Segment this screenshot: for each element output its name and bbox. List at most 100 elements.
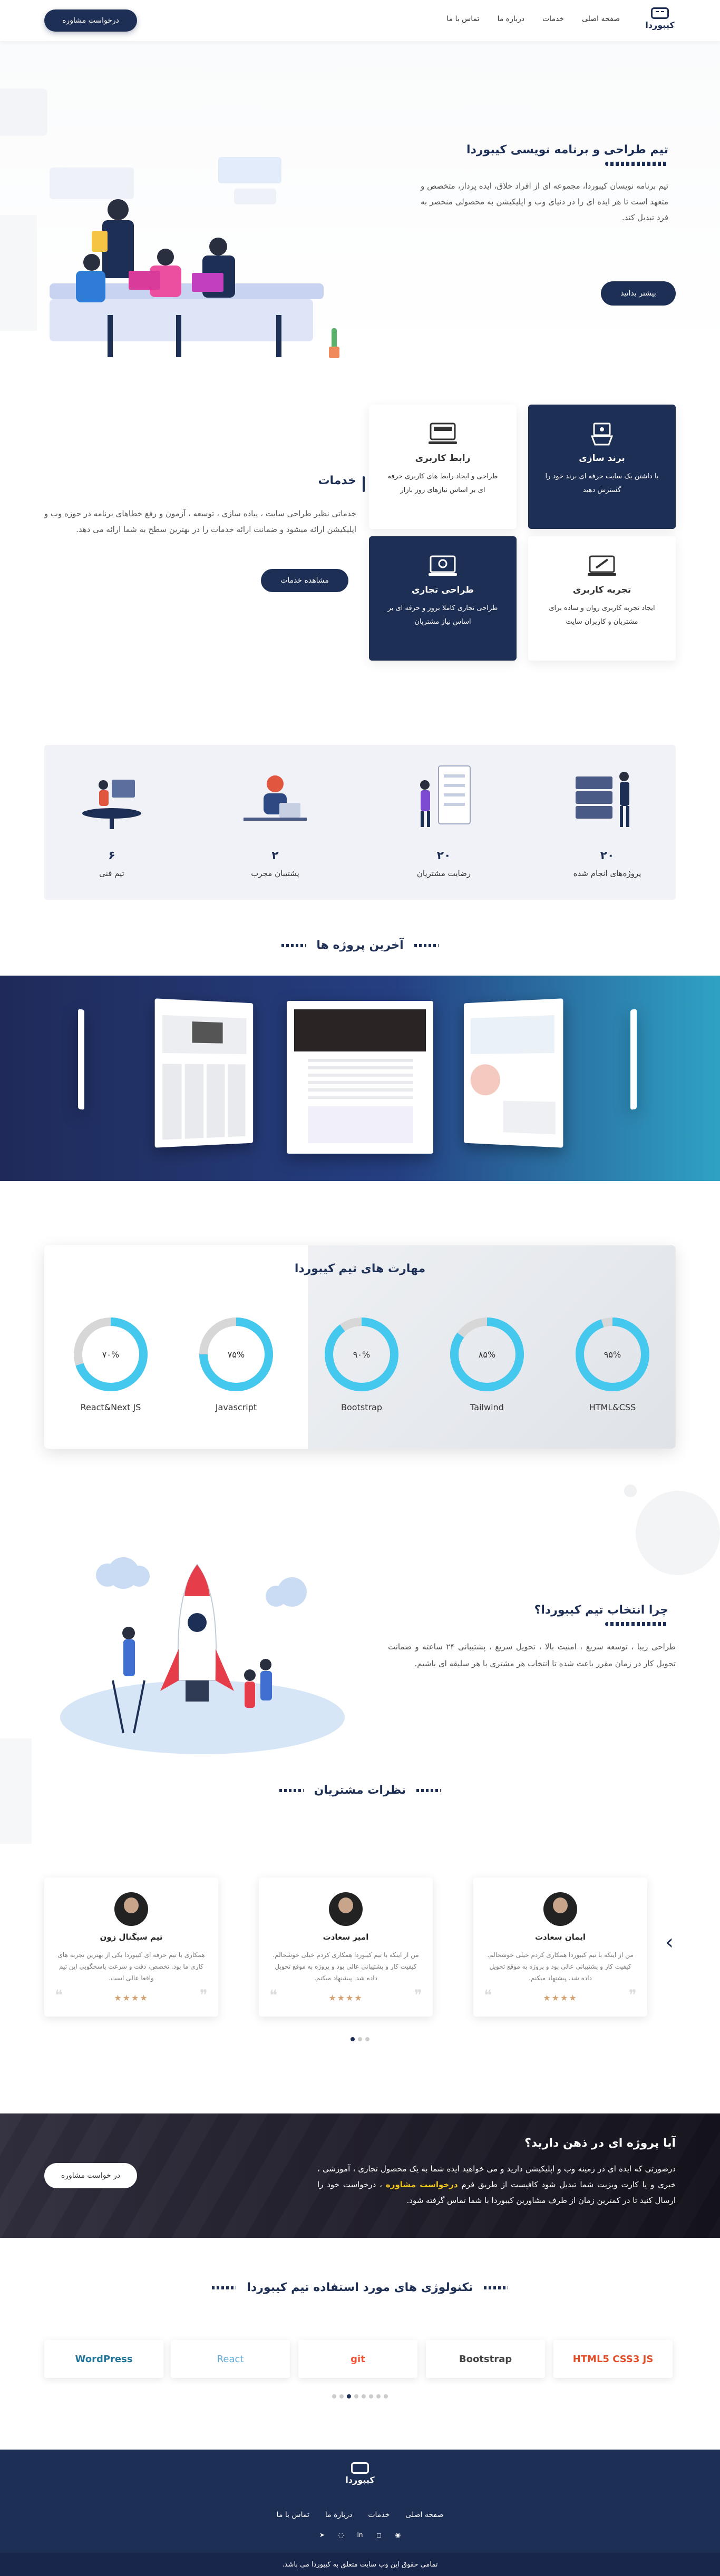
service-card-branding[interactable]: برند سازی با داشتن یک سایت حرفه ای برند … [528,405,676,529]
telegram-icon[interactable]: ➤ [317,2530,327,2540]
pagination-dot[interactable] [365,2037,369,2041]
service-card-commercial-design[interactable]: طراحی تجاری طراحی تجاری کاملا بروز و حرف… [369,536,517,661]
instagram-icon[interactable]: ◻ [374,2530,384,2540]
stat-label: پروژه‌های انجام شده [573,869,641,878]
rating-stars: ★★★★ [328,1993,363,2003]
pagination-dot[interactable] [354,2394,358,2398]
view-services-button[interactable]: مشاهده خدمات [261,569,348,592]
footer-nav-contact[interactable]: تماس با ما [277,2511,309,2519]
footer-nav-home[interactable]: صفحه اصلی [405,2511,443,2519]
tech-section-title: تکنولوژی های مورد استفاده تیم کیبوردا [0,2281,720,2294]
request-consultation-button[interactable]: درخواست مشاوره [44,9,137,32]
whatsapp-icon[interactable]: ◌ [336,2530,346,2540]
social-links: ◉ ◻ in ◌ ➤ [0,2530,720,2540]
stat-label: رضایت مشتریان [416,869,471,878]
quote-close-icon: ❝ [484,1987,492,2004]
service-text: ایجاد تجربه کاربری روان و ساده برای مشتر… [549,604,655,626]
server-rack-illustration [576,772,629,827]
title-accent-bar [363,476,365,492]
copyright-text: تمامی حقوق این وب سایت متعلق به کیبوردا … [0,2553,720,2576]
project-card[interactable] [630,1009,637,1110]
linkedin-icon[interactable]: in [355,2530,365,2540]
keyboard-logo-icon [351,2462,369,2474]
reviewer-name: ایمان سعادت [534,1932,586,1942]
reviewer-name: تیم سیگنال زون [100,1932,163,1942]
pagination-dot-active[interactable] [351,2037,355,2041]
quote-close-icon: ❝ [55,1987,63,2004]
quote-open-icon: ❞ [628,1987,637,2004]
projects-carousel [0,976,720,1181]
skill-label: HTML&CSS [589,1402,636,1412]
service-text: طراحی تجاری کاملا بروز و حرفه ای بر اساس… [387,604,498,626]
skill-label: Javascript [215,1402,257,1412]
reviews-next-arrow[interactable]: › [665,1930,674,1954]
github-icon[interactable]: ◉ [393,2530,403,2540]
skills-title: مهارت های تیم کیبوردا [294,1262,426,1275]
project-card[interactable] [287,1001,433,1154]
service-card-ux[interactable]: تجربه کاربری ایجاد تجربه کاربری روان و س… [528,536,676,661]
pagination-dot-active[interactable] [347,2394,351,2398]
pagination-dot[interactable] [376,2394,381,2398]
review-text: من از اینکه با تیم کیبوردا همکاری کردم خ… [487,1951,634,1982]
review-card: تیم سیگنال زون همکاری با تیم حرفه ای کیب… [44,1877,218,2017]
project-card[interactable] [78,1009,84,1110]
service-title: برند سازی [579,453,625,464]
footer-logo[interactable]: کیبوردا [334,2462,386,2485]
service-card-ui[interactable]: رابط کاربری طراحی و ایجاد رابط های کاربر… [369,405,517,529]
title-wave-decoration [281,944,306,947]
footer-nav-services[interactable]: خدمات [368,2511,390,2519]
keyboard-logo-icon [651,7,669,19]
service-title: تجربه کاربری [572,585,631,595]
hero-section: تیم طراحی و برنامه نویسی کیبوردا تیم برن… [0,41,720,358]
consultation-link[interactable]: درخواست مشاوره [386,2180,458,2189]
reviews-section-title: نظرات مشتریان [0,1784,720,1797]
hero-title: تیم طراحی و برنامه نویسی کیبوردا [458,143,668,166]
quote-open-icon: ❞ [414,1987,422,2004]
tech-logo-html-css-js: HTML5 CSS3 JS [553,2340,673,2378]
pagination-dot[interactable] [339,2394,344,2398]
project-card[interactable] [463,998,563,1148]
review-text: من از اینکه با تیم کیبوردا همکاری کردم خ… [273,1951,419,1982]
footer-nav-about[interactable]: درباره ما [325,2511,352,2519]
pagination-dot[interactable] [358,2037,362,2041]
ux-icon [588,555,616,576]
skill-item: ۹۰% Bootstrap [319,1315,404,1412]
service-text: با داشتن یک سایت حرفه ای برند خود را گست… [545,473,659,494]
skill-percent: ۹۵% [604,1350,621,1360]
title-wave-decoration [414,944,439,947]
cta-consultation-button[interactable]: در خواست مشاوره [44,2163,137,2188]
decor-block [0,215,37,331]
skill-label: Bootstrap [341,1402,382,1412]
rating-stars: ★★★★ [543,1993,578,2003]
stat-label: تیم فنی [99,869,124,878]
logo-text: کیبوردا [645,20,675,30]
learn-more-button[interactable]: بیشتر بدانید [601,281,676,306]
footer-nav: صفحه اصلی خدمات درباره ما تماس با ما [0,2511,720,2519]
pagination-dot[interactable] [384,2394,388,2398]
site-logo[interactable]: کیبوردا [644,7,676,35]
nav-item-contact[interactable]: تماس با ما [446,15,479,23]
tech-logo-react: React [171,2340,290,2378]
skill-progress-ring: ۸۵% [450,1318,524,1391]
pagination-dot[interactable] [369,2394,373,2398]
nav-item-services[interactable]: خدمات [542,15,564,23]
services-title: خدمات [318,474,365,492]
nav-item-about[interactable]: درباره ما [498,15,524,23]
project-card[interactable] [154,998,254,1148]
services-description: خدماتی نظیر طراحی سایت ، پیاده سازی ، تو… [44,509,356,534]
skill-percent: ۸۵% [479,1350,495,1360]
pagination-dot[interactable] [362,2394,366,2398]
title-wave-decoration [279,1789,304,1792]
projects-section-title: آخرین پروژه ها [0,939,720,952]
rating-stars: ★★★★ [114,1993,149,2003]
nav-item-home[interactable]: صفحه اصلی [582,15,620,23]
tech-logo-wordpress: WordPress [44,2340,163,2378]
stat-number: ۲۰ [600,849,615,862]
skill-label: Tailwind [470,1402,504,1412]
hero-description: تیم برنامه نویسان کیبوردا، مجموعه ای از … [421,181,668,222]
pagination-dot[interactable] [332,2394,336,2398]
tech-logo-git: git [298,2340,417,2378]
why-description: طراحی زیبا ، توسعه سریع ، امنیت بالا ، ت… [388,1642,676,1668]
service-text: طراحی و ایجاد رابط های کاربری حرفه ای بر… [387,473,498,494]
branding-icon [590,422,614,446]
